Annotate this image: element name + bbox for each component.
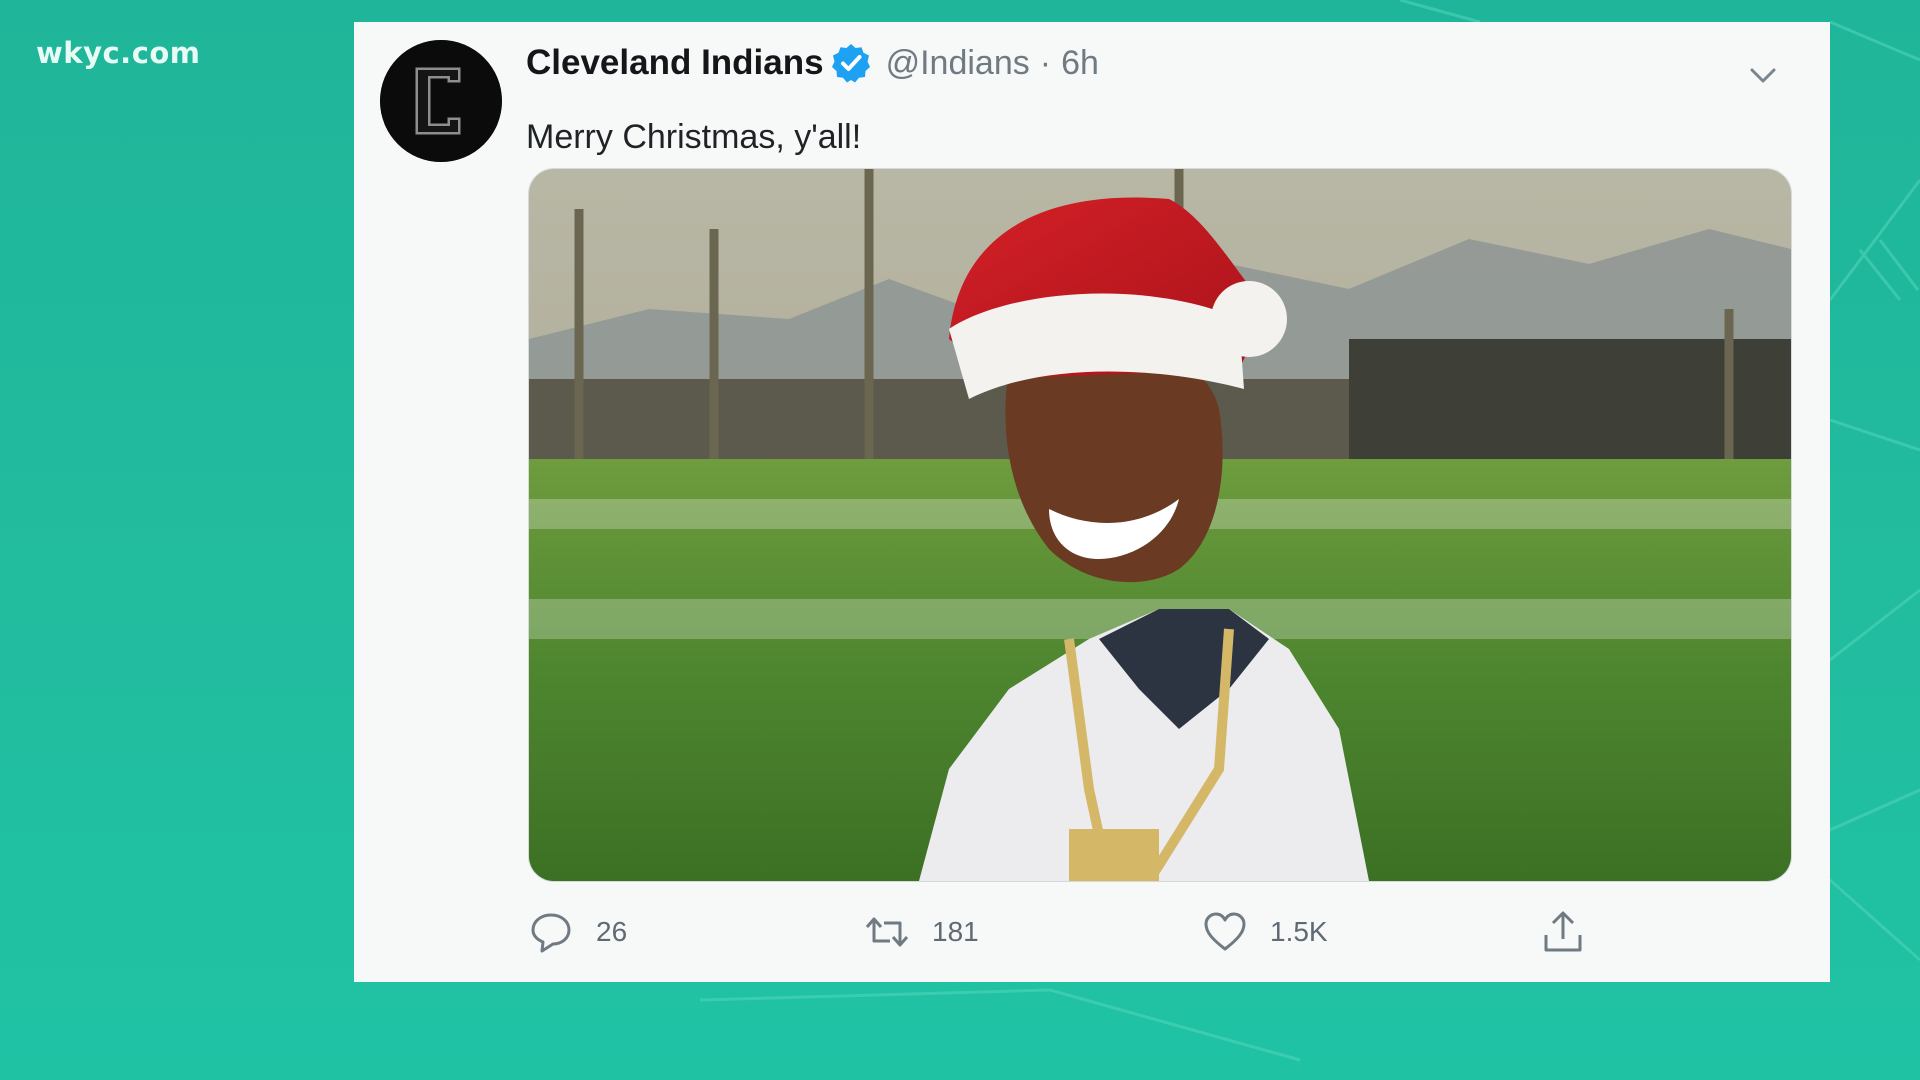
retweet-button[interactable]: 181	[864, 902, 979, 962]
share-icon	[1544, 911, 1582, 952]
tweet-photo[interactable]	[528, 168, 1792, 882]
author-handle[interactable]: @Indians	[886, 44, 1030, 83]
tweet-text: Merry Christmas, y'all!	[526, 118, 862, 156]
reply-button[interactable]: 26	[528, 902, 627, 962]
station-watermark: wkyc.com	[36, 36, 201, 70]
retweet-count: 181	[932, 916, 979, 947]
reply-icon	[531, 913, 571, 953]
like-button[interactable]: 1.5K	[1202, 902, 1328, 962]
tweet-card[interactable]: Cleveland Indians @Indians · 6h Merry Ch…	[354, 22, 1830, 982]
retweet-icon	[865, 917, 909, 947]
share-button[interactable]	[1540, 902, 1586, 962]
like-count: 1.5K	[1270, 916, 1328, 947]
heart-icon	[1204, 912, 1246, 951]
tweet-actions: 26 181 1.5K	[528, 902, 1790, 962]
reply-count: 26	[596, 916, 628, 947]
header-separator: ·	[1039, 43, 1052, 82]
team-c-logo-icon[interactable]	[380, 40, 502, 162]
chevron-down-icon[interactable]	[1746, 58, 1780, 92]
tweet-header: Cleveland Indians @Indians · 6h	[526, 42, 1099, 84]
tweet-timestamp[interactable]: 6h	[1061, 44, 1099, 83]
verified-badge-icon	[830, 42, 872, 84]
author-name[interactable]: Cleveland Indians	[526, 43, 824, 83]
